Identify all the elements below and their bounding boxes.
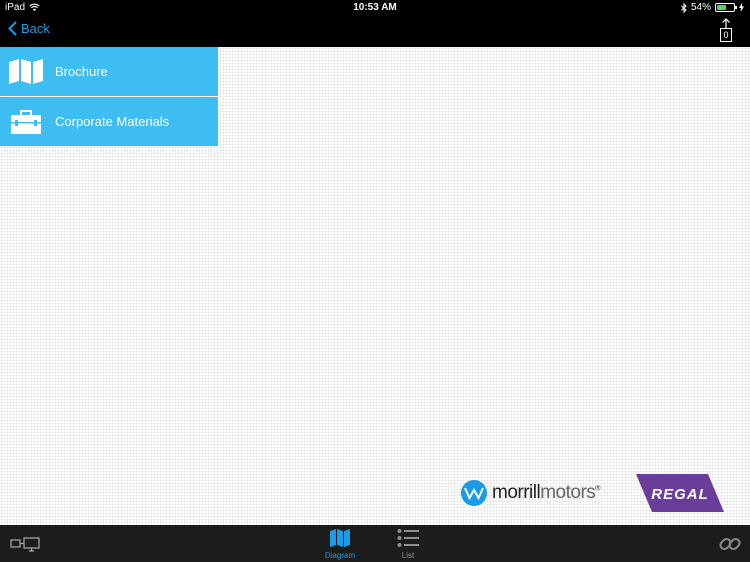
content-area: Brochure Corporate Materials morrillmoto… xyxy=(0,47,750,525)
link-button[interactable] xyxy=(718,532,742,561)
navigation-bar: Back 0 xyxy=(0,16,750,47)
back-button[interactable]: Back xyxy=(8,21,50,36)
charging-icon xyxy=(739,3,744,12)
tab-diagram[interactable]: Diagram xyxy=(315,528,365,560)
tab-label: List xyxy=(401,551,415,560)
morrill-mark-icon xyxy=(461,480,487,506)
briefcase-icon xyxy=(0,109,52,135)
morrill-motors-logo: morrillmotors® xyxy=(460,479,600,507)
map-icon xyxy=(330,529,350,547)
back-label: Back xyxy=(21,21,50,36)
battery-fill xyxy=(717,5,726,10)
battery-percent: 54% xyxy=(690,2,711,13)
tab-bar: Diagram List xyxy=(0,525,750,562)
menu-item-label: Brochure xyxy=(55,64,108,79)
tab-label: Diagram xyxy=(324,551,356,560)
screen-mirror-icon xyxy=(10,537,40,552)
tab-list[interactable]: List xyxy=(383,528,433,560)
chain-link-icon xyxy=(719,537,741,551)
screen-mirror-button[interactable] xyxy=(10,537,40,557)
menu-item-corporate-materials[interactable]: Corporate Materials xyxy=(0,97,218,147)
regal-logo-text: REGAL xyxy=(651,486,709,503)
logo-text-morrill: morrill xyxy=(492,482,541,503)
menu-list: Brochure Corporate Materials xyxy=(0,47,218,147)
menu-item-label: Corporate Materials xyxy=(55,114,170,129)
logo-text-motors: motors xyxy=(540,482,596,503)
bluetooth-icon xyxy=(681,2,687,13)
regal-logo: REGAL xyxy=(636,474,724,517)
menu-item-brochure[interactable]: Brochure xyxy=(0,47,218,97)
list-icon xyxy=(397,529,419,547)
chevron-left-icon xyxy=(8,21,17,36)
status-right: 54% xyxy=(681,2,744,13)
status-time: 10:53 AM xyxy=(353,2,397,13)
status-bar: iPad 10:53 AM 54% xyxy=(0,0,750,16)
share-count-badge: 0 xyxy=(720,28,732,42)
logo-registered-mark: ® xyxy=(595,485,600,493)
battery-icon xyxy=(715,3,737,12)
map-icon xyxy=(0,58,52,85)
share-button[interactable]: 0 xyxy=(716,18,736,44)
